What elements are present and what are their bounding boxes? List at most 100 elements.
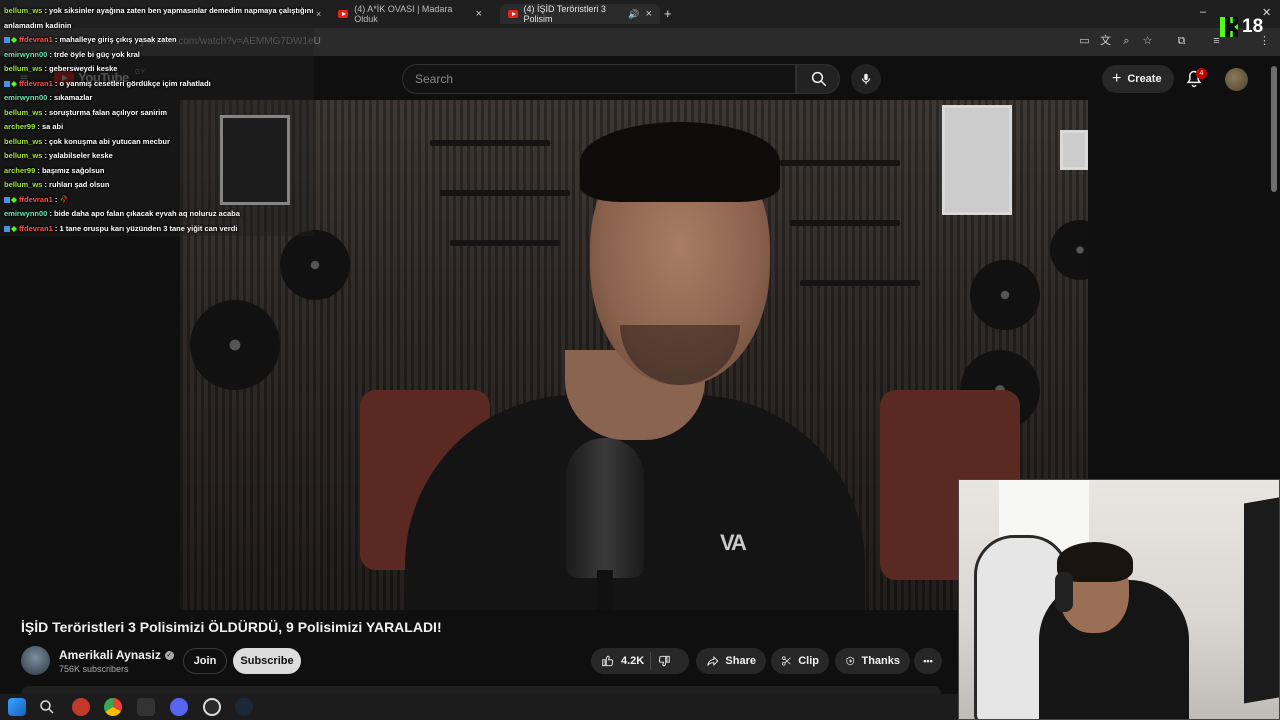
tab-isid[interactable]: (4) İŞİD Teröristleri 3 Polisim 🔊 × [500, 4, 660, 24]
chat-badge-icon [11, 37, 17, 43]
chat-username[interactable]: archer99 [4, 122, 35, 131]
wall-rifle [450, 240, 560, 246]
monitor [1244, 496, 1279, 704]
channel-name[interactable]: Amerikali Aynasiz [59, 648, 161, 662]
chat-message: bellum_ws : gebersweydi keske [4, 64, 117, 74]
like-count[interactable]: 4.2K [621, 655, 644, 667]
chat-text: başımız sağolsun [41, 165, 105, 175]
subscribe-button[interactable]: Subscribe [233, 648, 301, 674]
chat-message: bellum_ws : soruşturma falan açılıyor sa… [4, 108, 167, 118]
create-button[interactable]: + Create [1102, 65, 1174, 93]
chat-separator: : [35, 165, 42, 175]
chat-text: sa abi [41, 122, 64, 131]
user-avatar[interactable] [1225, 68, 1248, 91]
chat-username[interactable]: bellum_ws [4, 108, 42, 117]
headset [1055, 572, 1073, 612]
steam-icon[interactable] [235, 698, 253, 716]
kick-logo-icon [1220, 17, 1238, 37]
chat-username[interactable]: ffdevran1 [19, 35, 53, 44]
wall-vinyl [1050, 220, 1088, 280]
chat-text: gebersweydi keske [49, 64, 118, 73]
chat-username[interactable]: ffdevran1 [19, 224, 53, 233]
channel-avatar[interactable] [21, 646, 50, 675]
close-tab-icon[interactable]: × [646, 8, 652, 20]
dislike-thumb-icon[interactable] [657, 654, 671, 668]
chat-username[interactable]: ffdevran1 [19, 79, 53, 88]
clip-button[interactable]: Clip [771, 648, 829, 674]
chat-text: anlamadım kadinin [4, 20, 72, 30]
thanks-button[interactable]: Thanks [835, 648, 910, 674]
chat-message: anlamadım kadinin [4, 21, 72, 31]
search-input[interactable]: Search [402, 64, 796, 94]
chat-text: bide daha apo falan çıkacak eyvah aq nol… [54, 209, 240, 218]
close-tab-icon[interactable]: × [476, 8, 482, 20]
chat-username[interactable]: bellum_ws [4, 64, 42, 73]
zoom-icon[interactable]: ⌕ [1120, 35, 1133, 48]
like-thumb-icon[interactable] [601, 654, 615, 668]
wall-rifle [800, 280, 920, 286]
create-label: Create [1127, 73, 1162, 85]
page-scrollbar[interactable] [1271, 66, 1277, 192]
windows-start-icon[interactable] [8, 698, 26, 716]
wall-rifle [790, 220, 900, 226]
cs-app-icon[interactable] [137, 698, 155, 716]
chat-text: mahalleye giriş çıkış yasak zaten [59, 35, 177, 44]
chat-text: trde öyle bi güç yok kral [54, 49, 140, 59]
chat-username[interactable]: bellum_ws [4, 180, 42, 189]
extensions-icon[interactable]: ⧉ [1175, 35, 1188, 48]
chat-message: ffdevran1 : o yanmış cesetleri gördükçe … [4, 79, 211, 89]
chat-badge-icon [4, 37, 10, 43]
chat-badge-icon [11, 225, 17, 232]
wall-rifle [440, 190, 570, 196]
chat-username[interactable]: emirwynn00 [4, 209, 47, 218]
chat-text: çok konuşma abi yutucan mecbur [49, 136, 170, 146]
chat-badge-icon [11, 196, 17, 203]
new-tab-button[interactable]: + [664, 6, 672, 21]
share-button[interactable]: Share [696, 648, 766, 674]
chat-username[interactable]: emirwynn00 [4, 50, 47, 59]
tab-label: (4) A*İK OVASI | Madara Olduk [354, 4, 453, 24]
search-button[interactable] [796, 64, 840, 94]
chat-message: ffdevran1 : 🥀 [4, 195, 69, 205]
chat-message: emirwynn00 : bide daha apo falan çıkacak… [4, 209, 240, 219]
chat-username[interactable]: archer99 [4, 166, 35, 175]
scissors-icon [782, 656, 791, 666]
chat-username[interactable]: ffdevran1 [19, 195, 53, 204]
minimize-icon[interactable]: – [1200, 6, 1206, 18]
taskbar-search-icon[interactable] [38, 698, 56, 716]
chrome-icon[interactable] [104, 698, 122, 716]
obs-icon[interactable] [203, 698, 221, 716]
wall-rifle [430, 140, 550, 146]
chat-username[interactable]: bellum_ws [4, 137, 42, 146]
chat-username[interactable]: emirwynn00 [4, 93, 47, 102]
chat-message: bellum_ws : çok konuşma abi yutucan mecb… [4, 137, 170, 147]
chat-message: bellum_ws : yalabilseler keske [4, 151, 113, 161]
clip-label: Clip [798, 655, 819, 667]
window-close-icon[interactable]: ✕ [1262, 6, 1271, 19]
voice-search-button[interactable] [851, 64, 881, 94]
chat-username[interactable]: bellum_ws [4, 6, 42, 15]
tab-label: (4) İŞİD Teröristleri 3 Polisim [523, 4, 606, 24]
video-title: İŞİD Teröristleri 3 Polisimizi ÖLDÜRDÜ, … [21, 619, 442, 635]
chat-message: ffdevran1 : mahalleye giriş çıkış yasak … [4, 35, 177, 45]
discord-icon[interactable] [170, 698, 188, 716]
join-button[interactable]: Join [183, 648, 227, 674]
wall-vinyl [970, 260, 1040, 330]
chat-message: emirwynn00 : trde öyle bi güç yok kral [4, 50, 140, 60]
tab-madara[interactable]: (4) A*İK OVASI | Madara Olduk × [330, 4, 490, 24]
translate-icon[interactable]: 文 [1099, 35, 1112, 48]
chat-message: archer99 : başımız sağolsun [4, 166, 104, 176]
channel-name-row[interactable]: Amerikali Aynasiz ✓ [59, 648, 174, 662]
more-actions-button[interactable]: ••• [914, 648, 942, 674]
microphone-icon [861, 73, 871, 85]
video-player[interactable]: VA [180, 100, 1088, 610]
chat-text: 🥀 [59, 194, 69, 204]
red-app-icon[interactable] [72, 698, 90, 716]
streamer-webcam [958, 479, 1280, 720]
close-tab-icon[interactable]: × [316, 4, 330, 24]
wall-rifle [780, 160, 900, 166]
bookmark-star-icon[interactable]: ☆ [1141, 35, 1154, 48]
chat-username[interactable]: bellum_ws [4, 151, 42, 160]
cast-icon[interactable]: ▭ [1078, 35, 1091, 48]
chat-badge-icon [4, 196, 10, 203]
